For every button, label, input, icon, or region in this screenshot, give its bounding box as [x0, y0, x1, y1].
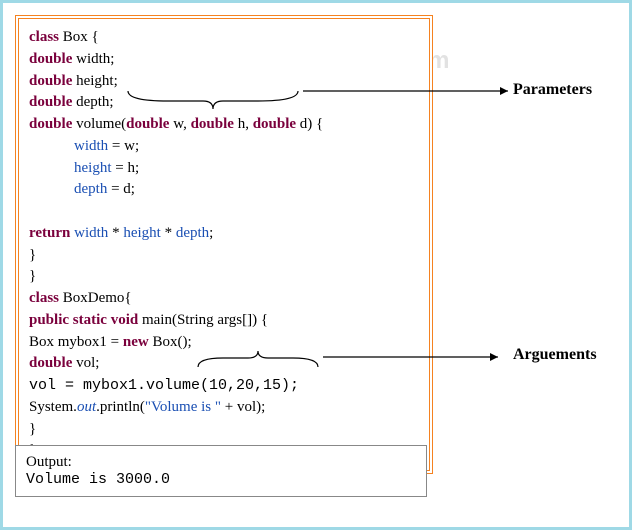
code-line: class BoxDemo{ [29, 288, 419, 310]
keyword-double: double [191, 116, 234, 132]
main-signature: main(String args[]) { [142, 312, 268, 328]
keyword-static: static [73, 312, 107, 328]
label-arguments: Arguements [513, 346, 597, 364]
output-box: Output: Volume is 3000.0 [15, 445, 427, 497]
code-line: System.out.println("Volume is " + vol); [29, 397, 419, 419]
keyword-class: class [29, 290, 59, 306]
assign-height: height [74, 160, 112, 176]
keyword-double: double [29, 94, 72, 110]
code-line: double depth; [29, 92, 419, 114]
code-line: class Box { [29, 27, 419, 49]
class-name-box: Box { [63, 29, 99, 45]
string-literal: "Volume is " [145, 399, 221, 415]
out-field: out [77, 399, 96, 415]
keyword-double: double [29, 73, 72, 89]
code-line: double width; [29, 49, 419, 71]
field-width: width; [76, 51, 114, 67]
assign-width: width [74, 138, 108, 154]
keyword-return: return [29, 225, 70, 241]
keyword-double: double [29, 355, 72, 371]
code-line: width = w; [29, 136, 419, 158]
keyword-new: new [123, 334, 149, 350]
code-line-call: vol = mybox1.volume(10,20,15); [29, 375, 419, 397]
code-line: double height; [29, 71, 419, 93]
keyword-void: void [111, 312, 139, 328]
code-line: } [29, 245, 419, 267]
keyword-double: double [29, 116, 72, 132]
param-h: h, [238, 116, 253, 132]
outer-frame: www.java4coding.com www.java4coding.com … [0, 0, 632, 530]
keyword-double: double [126, 116, 169, 132]
field-height: height; [76, 73, 118, 89]
param-d: d) { [300, 116, 323, 132]
vol-decl: vol; [76, 355, 99, 371]
code-line: double volume(double w, double h, double… [29, 114, 419, 136]
keyword-public: public [29, 312, 69, 328]
keyword-class: class [29, 29, 59, 45]
method-name: volume( [76, 116, 126, 132]
code-line: double vol; [29, 353, 419, 375]
code-line: Box mybox1 = new Box(); [29, 332, 419, 354]
code-line: } [29, 419, 419, 441]
class-name-demo: BoxDemo{ [63, 290, 132, 306]
keyword-double: double [253, 116, 296, 132]
code-line: depth = d; [29, 179, 419, 201]
label-parameters: Parameters [513, 81, 592, 99]
output-result: Volume is 3000.0 [26, 471, 416, 488]
field-depth: depth; [76, 94, 114, 110]
code-line [29, 201, 419, 223]
assign-depth: depth [74, 181, 107, 197]
output-label: Output: [26, 454, 416, 471]
code-line: } [29, 266, 419, 288]
keyword-double: double [29, 51, 72, 67]
code-line: return width * height * depth; [29, 223, 419, 245]
code-line: public static void main(String args[]) { [29, 310, 419, 332]
param-w: w, [173, 116, 190, 132]
code-line: height = h; [29, 158, 419, 180]
volume-call: vol = mybox1.volume(10,20,15); [29, 377, 299, 394]
code-box: class Box { double width; double height;… [15, 15, 433, 474]
